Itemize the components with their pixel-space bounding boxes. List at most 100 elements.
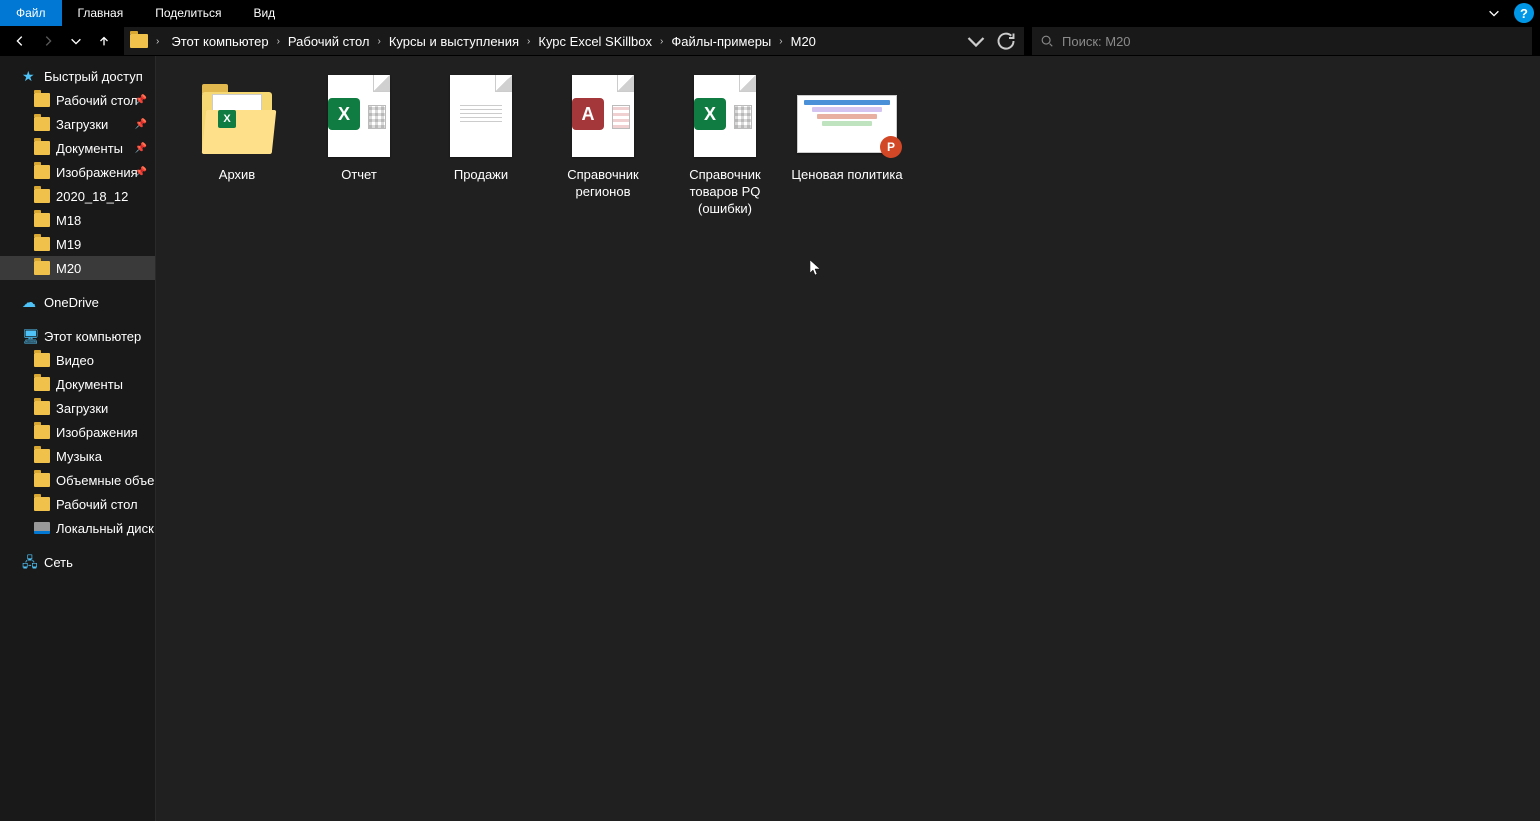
file-item-blank[interactable]: Продажи [420,70,542,217]
sidebar-label: Быстрый доступ [44,69,143,84]
folder-icon [34,401,50,415]
sidebar-item-folder[interactable]: 2020_18_12 [0,184,155,208]
breadcrumb-item[interactable]: M20 [787,34,820,49]
ribbon: Файл Главная Поделиться Вид ? [0,0,1540,26]
file-item-ppt[interactable]: P Ценовая политика [786,70,908,217]
sidebar-label: 2020_18_12 [56,189,128,204]
sidebar-label: Документы [56,141,123,156]
folder-icon [34,117,50,131]
excel-file-icon: X [690,72,760,160]
folder-icon [34,377,50,391]
file-label: Ценовая политика [787,166,906,183]
sidebar-item-pictures[interactable]: Изображения📌 [0,160,155,184]
sidebar-label: Музыка [56,449,102,464]
sidebar-label: Локальный диск (C: [56,521,156,536]
sidebar-item-downloads[interactable]: Загрузки 📌 [0,112,155,136]
sidebar-label: Рабочий стол [56,497,138,512]
sidebar-onedrive[interactable]: ☁ OneDrive [0,290,155,314]
folder-icon [34,189,50,203]
cloud-icon: ☁ [22,295,38,309]
folder-icon [34,237,50,251]
sidebar-item-documents[interactable]: Документы 📌 [0,136,155,160]
file-label: Архив [215,166,259,183]
sidebar-item-music[interactable]: Музыка [0,444,155,468]
sidebar-label: OneDrive [44,295,99,310]
chevron-right-icon: › [154,36,161,47]
sidebar-label: Загрузки [56,117,108,132]
pin-icon: 📌 [135,119,147,130]
sidebar-label: Изображения [56,425,138,440]
breadcrumb-item[interactable]: Этот компьютер [167,34,272,49]
ppt-file-icon: P [797,72,897,160]
sidebar-item-3d[interactable]: Объемные объекты [0,468,155,492]
access-file-icon: A [568,72,638,160]
refresh-button[interactable] [994,27,1018,55]
sidebar-item-documents[interactable]: Документы [0,372,155,396]
sidebar-item-folder[interactable]: M19 [0,232,155,256]
search-icon [1040,34,1054,48]
sidebar-item-m20[interactable]: M20 [0,256,155,280]
sidebar-item-pictures[interactable]: Изображения [0,420,155,444]
file-content-area[interactable]: X Архив X Отчет Продажи A Справочник рег… [156,56,1540,821]
nav-up-button[interactable] [92,29,116,53]
nav-back-button[interactable] [8,29,32,53]
help-button[interactable]: ? [1514,3,1534,23]
folder-icon [34,425,50,439]
folder-icon [34,93,50,107]
ribbon-tab-view[interactable]: Вид [237,0,291,26]
folder-icon [34,213,50,227]
pin-icon: 📌 [135,143,147,154]
folder-icon: X [202,72,272,160]
sidebar-this-pc[interactable]: 🖥 Этот компьютер [0,324,155,348]
search-box[interactable] [1032,27,1532,55]
folder-icon [34,353,50,367]
file-item-excel[interactable]: X Отчет [298,70,420,217]
ribbon-tab-file[interactable]: Файл [0,0,62,26]
sidebar-label: Видео [56,353,94,368]
blank-file-icon [446,72,516,160]
sidebar-item-downloads[interactable]: Загрузки [0,396,155,420]
breadcrumb-item[interactable]: Курсы и выступления [385,34,523,49]
address-dropdown-icon[interactable] [964,27,988,55]
file-item-access[interactable]: A Справочник регионов [542,70,664,217]
breadcrumb-item[interactable]: Файлы-примеры [667,34,775,49]
file-item-excel[interactable]: X Справочник товаров PQ (ошибки) [664,70,786,217]
address-bar[interactable]: › Этот компьютер› Рабочий стол› Курсы и … [124,27,1024,55]
mouse-cursor-icon [810,260,822,278]
pin-icon: 📌 [135,95,147,106]
sidebar-label: M19 [56,237,81,252]
sidebar-item-desktop[interactable]: Рабочий стол [0,492,155,516]
breadcrumb-item[interactable]: Рабочий стол [284,34,374,49]
breadcrumb: Этот компьютер› Рабочий стол› Курсы и вы… [167,34,958,49]
sidebar: ★ Быстрый доступ Рабочий стол📌 Загрузки📌… [0,56,156,821]
sidebar-label: Этот компьютер [44,329,141,344]
search-input[interactable] [1062,34,1524,49]
breadcrumb-item[interactable]: Курс Excel SKillbox [534,34,656,49]
folder-icon [34,449,50,463]
folder-icon [34,141,50,155]
sidebar-network[interactable]: 🖧Сеть [0,550,155,574]
sidebar-item-videos[interactable]: Видео [0,348,155,372]
sidebar-item-folder[interactable]: M18 [0,208,155,232]
sidebar-label: Объемные объекты [56,473,156,488]
star-icon: ★ [22,69,38,83]
ribbon-tab-home[interactable]: Главная [62,0,140,26]
sidebar-item-desktop[interactable]: Рабочий стол📌 [0,88,155,112]
sidebar-label: Рабочий стол [56,93,138,108]
sidebar-label: Загрузки [56,401,108,416]
folder-icon [34,165,50,179]
sidebar-label: Сеть [44,555,73,570]
ribbon-collapse-icon[interactable] [1480,0,1508,26]
nav-recent-dropdown[interactable] [64,29,88,53]
ribbon-tab-share[interactable]: Поделиться [139,0,237,26]
sidebar-quick-access[interactable]: ★ Быстрый доступ [0,64,155,88]
excel-file-icon: X [324,72,394,160]
file-item-folder[interactable]: X Архив [176,70,298,217]
pc-icon: 🖥 [22,329,38,343]
pin-icon: 📌 [135,167,147,178]
address-row: › Этот компьютер› Рабочий стол› Курсы и … [0,26,1540,56]
nav-forward-button[interactable] [36,29,60,53]
disk-icon [34,522,50,534]
sidebar-item-disk-c[interactable]: Локальный диск (C: [0,516,155,540]
sidebar-label: M20 [56,261,81,276]
